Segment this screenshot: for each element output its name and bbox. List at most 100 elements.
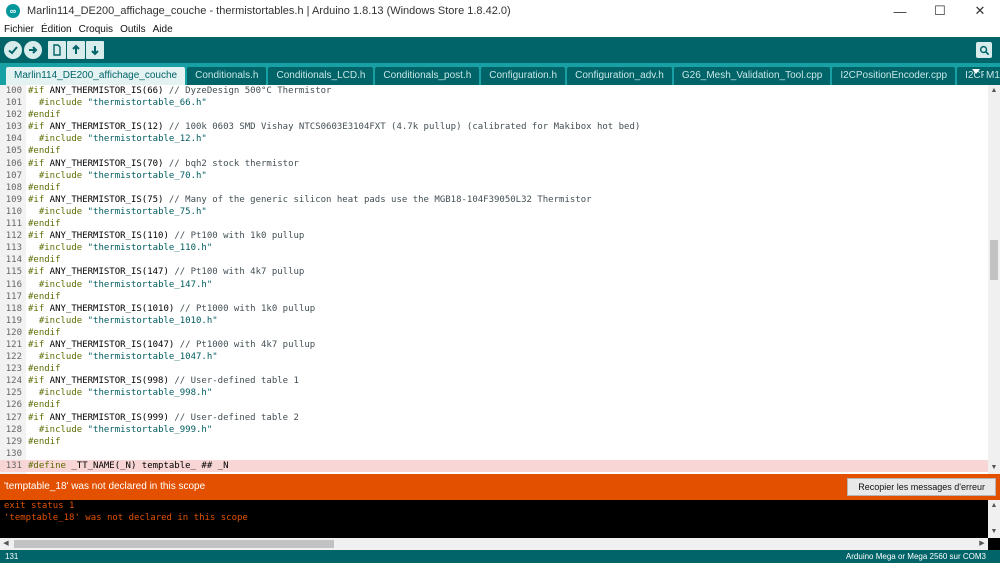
code-token: "thermistortable_12.h" — [87, 134, 207, 145]
line-number: 107 — [5, 170, 22, 181]
tab-strip: Marlin114_DE200_affichage_couche Conditi… — [0, 63, 1000, 85]
code-editor[interactable]: 100 #if ANY_THERMISTOR_IS(66) // DyzeDesi… — [0, 85, 1000, 474]
code-line: 100 #if ANY_THERMISTOR_IS(66) // DyzeDesi… — [0, 85, 988, 97]
verify-button[interactable] — [4, 41, 22, 59]
code-line: 106 #if ANY_THERMISTOR_IS(70) // bqh2 sto… — [0, 158, 988, 170]
code-line: 121 #if ANY_THERMISTOR_IS(1047) // Pt1000… — [0, 339, 988, 351]
magnifier-icon — [979, 45, 989, 55]
console-output[interactable]: exit status 1 'temptable_18' was not dec… — [0, 500, 1000, 550]
serial-monitor-button[interactable] — [976, 42, 992, 58]
code-text: #endif — [28, 145, 61, 157]
scroll-down-icon[interactable]: ▼ — [988, 462, 1000, 474]
scroll-up-icon[interactable]: ▲ — [988, 500, 1000, 512]
code-token: // bqh2 stock thermistor — [168, 158, 299, 169]
menu-bar: Fichier Édition Croquis Outils Aide — [0, 22, 1000, 37]
code-token: #if — [28, 267, 45, 278]
scroll-thumb[interactable] — [14, 540, 334, 548]
code-token: // User-defined table 2 — [174, 412, 299, 423]
copy-errors-button[interactable]: Recopier les messages d'erreur — [847, 478, 996, 496]
code-token: #if — [28, 412, 45, 423]
line-number: 129 — [5, 436, 22, 447]
code-text: #if ANY_THERMISTOR_IS(999) // User-defin… — [28, 412, 299, 424]
line-number: 115 — [5, 267, 22, 278]
line-number: 126 — [5, 400, 22, 411]
line-number: 116 — [5, 279, 22, 290]
line-number: 128 — [5, 424, 22, 435]
code-text: #endif — [28, 399, 61, 411]
save-button[interactable] — [86, 41, 104, 59]
code-line: 118 #if ANY_THERMISTOR_IS(1010) // Pt1000… — [0, 303, 988, 315]
code-text: #include "thermistortable_998.h" — [28, 387, 212, 399]
code-token: #endif — [28, 291, 61, 302]
error-bar: 'temptable_18' was not declared in this … — [0, 474, 1000, 500]
tab-conditionals[interactable]: Conditionals.h — [187, 67, 267, 85]
console-horizontal-scrollbar[interactable]: ◀ ▶ — [0, 538, 988, 550]
menu-fichier[interactable]: Fichier — [4, 24, 34, 35]
console-vertical-scrollbar[interactable]: ▲ ▼ — [988, 500, 1000, 538]
menu-croquis[interactable]: Croquis — [79, 24, 113, 35]
line-number: 120 — [5, 327, 22, 338]
code-token: ANY_THERMISTOR_IS(998) — [44, 376, 175, 387]
window-title: Marlin114_DE200_affichage_couche - therm… — [27, 5, 511, 17]
code-token: #endif — [28, 110, 61, 121]
arrow-up-icon — [72, 44, 80, 54]
code-token: #endif — [28, 436, 61, 447]
code-token: #endif — [28, 400, 61, 411]
menu-aide[interactable]: Aide — [153, 24, 173, 35]
code-text: #include "thermistortable_999.h" — [28, 424, 212, 436]
code-token: ANY_THERMISTOR_IS(12) — [44, 122, 169, 133]
scroll-thumb[interactable] — [990, 240, 998, 280]
tab-conditionals-post[interactable]: Conditionals_post.h — [375, 67, 480, 85]
scroll-down-icon[interactable]: ▼ — [988, 526, 1000, 538]
tab-configuration-adv[interactable]: Configuration_adv.h — [567, 67, 672, 85]
tab-menu-icon[interactable] — [972, 69, 980, 74]
code-token: #include — [38, 170, 83, 181]
code-text: #if ANY_THERMISTOR_IS(147) // Pt100 with… — [28, 266, 304, 278]
tab-configuration[interactable]: Configuration.h — [481, 67, 566, 85]
code-token: #include — [38, 424, 83, 435]
code-line: 105 #endif — [0, 145, 988, 157]
code-token: "thermistortable_1010.h" — [87, 315, 218, 326]
maximize-button[interactable]: ☐ — [920, 0, 960, 22]
code-text: #endif — [28, 109, 61, 121]
code-line: 119 #include "thermistortable_1010.h" — [0, 315, 988, 327]
code-text: #include "thermistortable_147.h" — [28, 279, 212, 291]
menu-edition[interactable]: Édition — [41, 24, 72, 35]
tab-conditionals-lcd[interactable]: Conditionals_LCD.h — [268, 67, 374, 85]
code-text: #include "thermistortable_75.h" — [28, 206, 207, 218]
code-token: "thermistortable_110.h" — [87, 243, 213, 254]
file-icon — [53, 44, 61, 56]
scroll-right-icon[interactable]: ▶ — [976, 538, 988, 550]
line-number: 112 — [5, 231, 22, 242]
code-text: #if ANY_THERMISTOR_IS(70) // bqh2 stock … — [28, 158, 299, 170]
code-line: 111 #endif — [0, 218, 988, 230]
upload-button[interactable] — [24, 41, 42, 59]
tab-marlin-main[interactable]: Marlin114_DE200_affichage_couche — [6, 67, 186, 85]
code-text: #if ANY_THERMISTOR_IS(75) // Many of the… — [28, 194, 592, 206]
close-button[interactable]: ✕ — [960, 0, 1000, 22]
code-line: 123 #endif — [0, 363, 988, 375]
tab-more[interactable]: M1 — [984, 67, 1000, 85]
open-button[interactable] — [67, 41, 85, 59]
scroll-up-icon[interactable]: ▲ — [988, 85, 1000, 97]
tab-i2c-encoder-cpp[interactable]: I2CPositionEncoder.cpp — [832, 67, 956, 85]
title-bar: ∞ Marlin114_DE200_affichage_couche - the… — [0, 0, 1000, 22]
new-sketch-button[interactable] — [48, 41, 66, 59]
editor-vertical-scrollbar[interactable]: ▲ ▼ — [988, 85, 1000, 474]
code-token: #endif — [28, 364, 61, 375]
code-token: "thermistortable_66.h" — [87, 98, 207, 109]
error-message: 'temptable_18' was not declared in this … — [4, 481, 206, 492]
scroll-left-icon[interactable]: ◀ — [0, 538, 12, 550]
window-controls: — ☐ ✕ — [880, 0, 1000, 22]
code-token: #if — [28, 194, 45, 205]
minimize-button[interactable]: — — [880, 0, 920, 22]
code-token: // Pt100 with 4k7 pullup — [174, 267, 305, 278]
tab-g26-mesh[interactable]: G26_Mesh_Validation_Tool.cpp — [673, 67, 831, 85]
menu-outils[interactable]: Outils — [120, 24, 146, 35]
code-line: 129 #endif — [0, 436, 988, 448]
code-token: // User-defined table 1 — [174, 376, 299, 387]
code-line: 128 #include "thermistortable_999.h" — [0, 424, 988, 436]
code-token: ANY_THERMISTOR_IS(1010) — [44, 303, 180, 314]
